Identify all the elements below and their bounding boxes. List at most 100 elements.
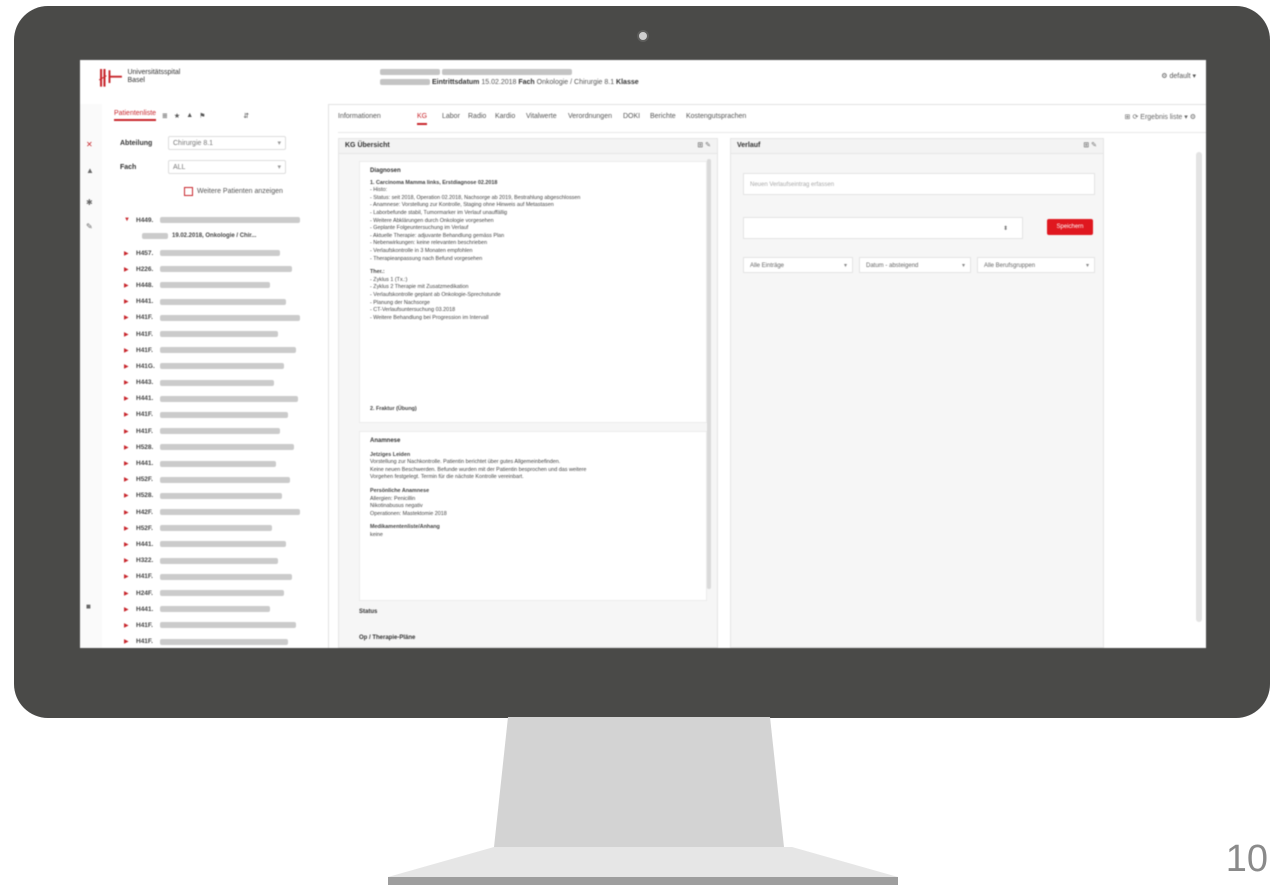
panel-title: Verlauf (737, 142, 761, 149)
sort-date-select[interactable]: Datum - absteigend (859, 257, 971, 274)
tab-kg[interactable]: KG (417, 113, 428, 125)
show-more-checkbox[interactable] (184, 187, 193, 196)
blurred-patient-name (160, 460, 276, 467)
expand-icon[interactable]: ▶ (124, 250, 132, 257)
expand-icon[interactable]: ▶ (124, 363, 132, 370)
tab-informationen[interactable]: Informationen (338, 113, 381, 120)
list-item[interactable]: ▶ H457. (124, 245, 324, 261)
list-item[interactable]: ▶ H322. (124, 553, 324, 569)
professional-group-select[interactable]: Alle Berufsgruppen (977, 257, 1095, 274)
expand-icon[interactable]: ▶ (124, 509, 132, 516)
page-scrollbar[interactable] (1196, 152, 1202, 622)
list-item[interactable]: ▶ H24F. (124, 585, 324, 601)
list-item[interactable]: ▶ H41F. (124, 326, 324, 342)
list-item[interactable]: ▶ H441. (124, 455, 324, 471)
expand-icon[interactable]: ▶ (124, 476, 132, 483)
expand-icon[interactable]: ▶ (124, 395, 132, 402)
tab-patientenliste[interactable]: Patientenliste (114, 110, 157, 121)
panel-tools[interactable]: ⊞ ✎ (697, 139, 711, 153)
filter-station-label: Abteilung (120, 139, 153, 147)
list-item[interactable]: ▶ H441. (124, 294, 324, 310)
expand-icon[interactable]: ▶ (124, 314, 132, 321)
list-item[interactable]: ▶ H441. (124, 601, 324, 617)
expand-icon[interactable]: ▶ (124, 266, 132, 273)
tab-labor[interactable]: Labor (442, 113, 460, 120)
panel-tools[interactable]: ⊞ ✎ (1083, 139, 1097, 153)
tab-doki[interactable]: DOKI (623, 113, 640, 120)
tab-vitalwerte[interactable]: Vitalwerte (526, 113, 557, 120)
sort-icon[interactable]: ⇵ (243, 112, 249, 120)
list-item[interactable]: ▶ H41F. (124, 407, 324, 423)
close-icon[interactable]: ✕ (86, 140, 93, 149)
list-item[interactable]: ▶ H52F. (124, 472, 324, 488)
list-item[interactable]: ▶ H41F. (124, 342, 324, 358)
tab-berichte[interactable]: Berichte (650, 113, 676, 120)
stepper-icon[interactable]: ⬍ (1003, 218, 1008, 240)
fach-value: Onkologie / Chirurgie 8.1 (536, 79, 615, 86)
expand-icon[interactable]: ▶ (124, 282, 132, 289)
list-item[interactable]: ▶ H528. (124, 488, 324, 504)
entry-input[interactable]: ⬍ (743, 217, 1023, 239)
expand-icon[interactable]: ▶ (124, 331, 132, 338)
list-item[interactable]: ▶ H41F. (124, 423, 324, 439)
tab-radio[interactable]: Radio (468, 113, 486, 120)
list-item[interactable]: ▶ H41F. (124, 617, 324, 633)
tab-kardio[interactable]: Kardio (495, 113, 515, 120)
blurred-patient-name (160, 331, 278, 338)
settings-icon[interactable]: ✱ (86, 198, 93, 207)
panel-scrollbar[interactable] (707, 159, 711, 589)
expand-icon[interactable]: ▶ (124, 379, 132, 386)
patient-id: H52F. (136, 524, 153, 532)
expand-icon[interactable]: ▶ (124, 492, 132, 499)
expand-icon[interactable]: ▶ (124, 525, 132, 532)
list-item[interactable]: ▶ H441. (124, 536, 324, 552)
hospital-logo[interactable]: ∦⊢ Universitätsspital Basel (98, 68, 180, 86)
expand-icon[interactable]: ▶ (124, 606, 132, 613)
expand-icon[interactable]: ▶ (124, 347, 132, 354)
list-item-detail[interactable]: 19.02.2018, Onkologie / Chir... (124, 228, 324, 244)
expand-icon[interactable]: ▶ (124, 573, 132, 580)
list-item[interactable]: ▶ H41F. (124, 310, 324, 326)
filter-fach-select[interactable]: ALL (168, 160, 286, 175)
user-menu[interactable]: ⚙ default ▾ (1161, 72, 1196, 80)
save-button[interactable]: Speichern (1047, 219, 1093, 235)
list-item[interactable]: ▶ H226. (124, 261, 324, 277)
expand-icon[interactable]: ▶ (124, 638, 132, 645)
expand-icon[interactable]: ▶ (124, 298, 132, 305)
expand-icon[interactable]: ▶ (124, 428, 132, 435)
list-item[interactable]: ▶ H41F. (124, 634, 324, 649)
grid-icon[interactable]: ■ (86, 602, 91, 611)
note-input[interactable]: Neuen Verlaufseintrag erfassen (743, 173, 1095, 195)
list-item[interactable]: ▶ H41G. (124, 358, 324, 374)
filter-station-select[interactable]: Chirurgie 8.1 (168, 136, 286, 151)
list-item[interactable]: ▶ H443. (124, 375, 324, 391)
tab-verordnungen[interactable]: Verordnungen (568, 113, 612, 120)
app-header: ∦⊢ Universitätsspital Basel Eintrittsdat… (80, 60, 1206, 105)
expand-icon[interactable]: ▶ (124, 460, 132, 467)
star-icon[interactable]: ★ (174, 112, 180, 120)
list-item[interactable]: ▶ H441. (124, 391, 324, 407)
expand-icon[interactable]: ▶ (124, 541, 132, 548)
edit-icon[interactable]: ✎ (86, 222, 93, 231)
list-item[interactable]: ▶ H42F. (124, 504, 324, 520)
main-toolbar[interactable]: ⊞ ⟳ Ergebnis liste ▾ ⚙ (1125, 113, 1196, 121)
list-item[interactable]: ▼ H449. (124, 212, 324, 228)
warning-icon[interactable]: ▲ (186, 112, 193, 119)
expand-icon[interactable]: ▶ (124, 557, 132, 564)
expand-icon[interactable]: ▶ (124, 622, 132, 629)
expand-icon[interactable]: ▶ (124, 444, 132, 451)
flag-icon[interactable]: ⚑ (199, 112, 205, 120)
blurred-patient-name (160, 590, 284, 597)
list-item[interactable]: ▶ H52F. (124, 520, 324, 536)
expand-icon[interactable]: ▶ (124, 590, 132, 597)
tab-kostengutsprachen[interactable]: Kostengutsprachen (686, 113, 746, 120)
alert-icon[interactable]: ▲ (86, 166, 94, 175)
expand-icon[interactable]: ▶ (124, 411, 132, 418)
list-icon[interactable]: ≣ (162, 112, 168, 120)
list-item[interactable]: ▶ H528. (124, 439, 324, 455)
filter-entries-select[interactable]: Alle Einträge (743, 257, 853, 274)
list-item[interactable]: ▶ H41F. (124, 569, 324, 585)
collapse-icon[interactable]: ▼ (124, 217, 132, 223)
list-item[interactable]: ▶ H448. (124, 277, 324, 293)
patient-id: H41F. (136, 573, 153, 581)
